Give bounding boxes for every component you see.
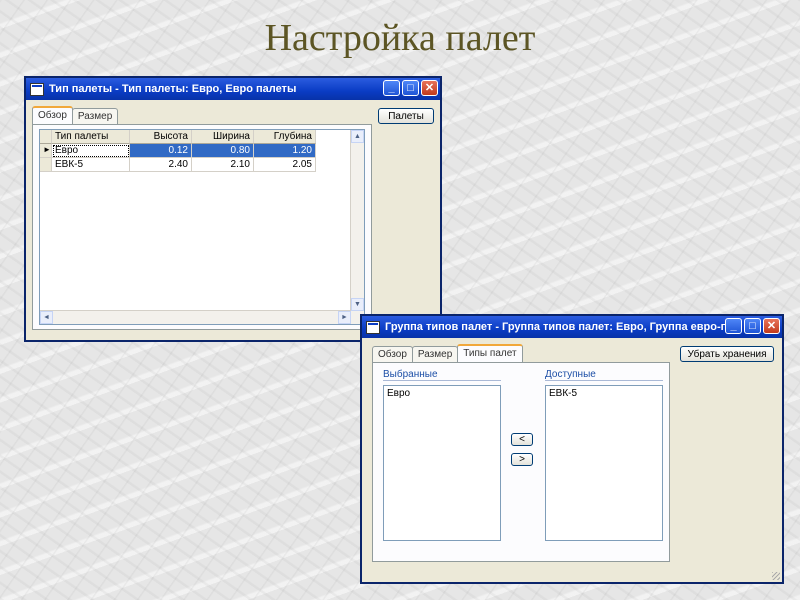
selected-list[interactable]: Евро — [383, 385, 501, 541]
pallet-type-grid[interactable]: Тип палеты Высота Ширина Глубина ► Евро … — [39, 129, 365, 325]
vertical-scrollbar[interactable]: ▲ ▼ — [350, 130, 364, 324]
cell-width[interactable]: 0.80 — [192, 144, 254, 158]
scroll-left-icon[interactable]: ◄ — [40, 311, 53, 324]
row-indicator — [40, 158, 52, 172]
window-title: Тип палеты - Тип палеты: Евро, Евро пале… — [49, 83, 297, 95]
remove-storage-button[interactable]: Убрать хранения — [680, 346, 774, 362]
minimize-icon[interactable]: _ — [725, 318, 742, 334]
move-right-button[interactable]: > — [511, 453, 533, 466]
cell-type[interactable]: ЕВК-5 — [52, 158, 130, 172]
column-header[interactable]: Тип палеты — [52, 130, 130, 144]
tab-pallet-types[interactable]: Типы палет — [457, 344, 523, 363]
app-icon — [366, 320, 380, 334]
slide-title: Настройка палет — [264, 17, 536, 59]
table-row[interactable]: ЕВК-5 2.40 2.10 2.05 — [40, 158, 364, 172]
maximize-icon[interactable]: □ — [402, 80, 419, 96]
move-left-button[interactable]: < — [511, 433, 533, 446]
resize-grip-icon[interactable] — [772, 572, 780, 580]
window-title: Группа типов палет - Группа типов палет:… — [385, 321, 735, 333]
column-header[interactable]: Высота — [130, 130, 192, 144]
available-label: Доступные — [545, 369, 663, 381]
horizontal-scrollbar[interactable]: ◄ ► — [40, 310, 351, 324]
list-item[interactable]: Евро — [387, 388, 497, 399]
pallet-type-window: Тип палеты - Тип палеты: Евро, Евро пале… — [24, 76, 442, 342]
close-icon[interactable]: ✕ — [421, 80, 438, 96]
row-indicator-header — [40, 130, 52, 144]
cell-depth[interactable]: 2.05 — [254, 158, 316, 172]
window-titlebar[interactable]: Группа типов палет - Группа типов палет:… — [362, 316, 782, 338]
table-row[interactable]: ► Евро 0.12 0.80 1.20 — [40, 144, 364, 158]
pallet-group-window: Группа типов палет - Группа типов палет:… — [360, 314, 784, 584]
tab-overview[interactable]: Обзор — [32, 106, 73, 125]
available-list[interactable]: ЕВК-5 — [545, 385, 663, 541]
close-icon[interactable]: ✕ — [763, 318, 780, 334]
maximize-icon[interactable]: □ — [744, 318, 761, 334]
selected-label: Выбранные — [383, 369, 501, 381]
cell-width[interactable]: 2.10 — [192, 158, 254, 172]
window-titlebar[interactable]: Тип палеты - Тип палеты: Евро, Евро пале… — [26, 78, 440, 100]
pallets-button[interactable]: Палеты — [378, 108, 434, 124]
scroll-up-icon[interactable]: ▲ — [351, 130, 364, 143]
column-header[interactable]: Ширина — [192, 130, 254, 144]
app-icon — [30, 82, 44, 96]
scroll-down-icon[interactable]: ▼ — [351, 298, 364, 311]
tab-panel: Выбранные Евро < > Доступные ЕВК-5 — [372, 362, 670, 562]
cell-height[interactable]: 0.12 — [130, 144, 192, 158]
cell-type[interactable]: Евро — [52, 144, 130, 158]
current-row-icon: ► — [40, 144, 52, 158]
list-item[interactable]: ЕВК-5 — [549, 388, 659, 399]
cell-depth[interactable]: 1.20 — [254, 144, 316, 158]
column-header[interactable]: Глубина — [254, 130, 316, 144]
grid-header: Тип палеты Высота Ширина Глубина — [40, 130, 364, 144]
scroll-right-icon[interactable]: ► — [338, 311, 351, 324]
cell-height[interactable]: 2.40 — [130, 158, 192, 172]
minimize-icon[interactable]: _ — [383, 80, 400, 96]
tab-panel: Тип палеты Высота Ширина Глубина ► Евро … — [32, 124, 372, 330]
